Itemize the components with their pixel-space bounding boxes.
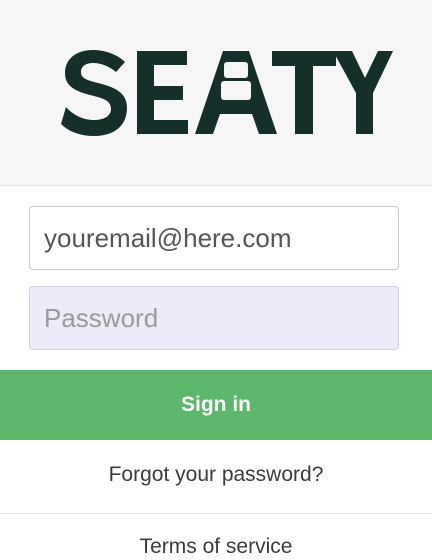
email-field[interactable]: [29, 206, 399, 270]
divider: [0, 513, 432, 514]
sign-in-button[interactable]: Sign in: [0, 370, 432, 440]
forgot-password-link[interactable]: Forgot your password?: [0, 463, 432, 487]
seaty-logo: [61, 50, 393, 136]
password-field[interactable]: [29, 286, 399, 350]
header: [0, 0, 432, 186]
terms-of-service-link[interactable]: Terms of service: [0, 535, 432, 559]
